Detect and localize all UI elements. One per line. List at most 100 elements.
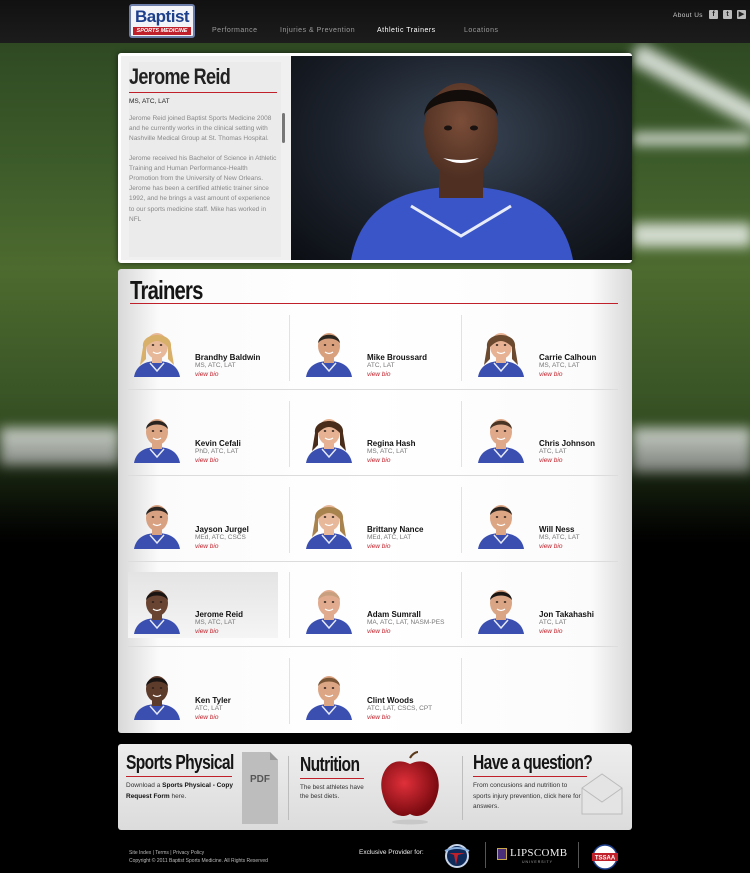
- row-divider: [128, 389, 618, 390]
- site-index-link[interactable]: Site Index: [129, 850, 151, 856]
- nav-item-injuries-prevention[interactable]: Injuries & Prevention: [280, 27, 355, 34]
- privacy-policy-link[interactable]: Privacy Policy: [173, 850, 204, 856]
- view-bio-link[interactable]: view bio: [195, 714, 218, 721]
- view-bio-link[interactable]: view bio: [367, 714, 390, 721]
- view-bio-link[interactable]: view bio: [367, 628, 390, 635]
- trainer-name: Jerome Reid: [195, 610, 244, 619]
- trainer-name: Kevin Cefali: [195, 439, 241, 448]
- trainer-name: Adam Sumrall: [367, 610, 421, 619]
- trainer-photo: [130, 325, 184, 377]
- titans-logo-icon[interactable]: [441, 843, 473, 869]
- envelope-icon: [581, 773, 623, 815]
- tssaa-logo-icon[interactable]: TSSAA: [589, 844, 621, 870]
- sports-physical-title: Sports Physical: [126, 752, 234, 774]
- trainer-photo: [474, 497, 528, 549]
- lipscomb-logo-text[interactable]: LIPSCOMB: [510, 847, 567, 859]
- bio-scrollbar[interactable]: [282, 113, 285, 143]
- trainer-card[interactable]: Jerome Reid MS, ATC, LAT view bio: [128, 572, 278, 638]
- profile-name: Jerome Reid: [129, 64, 231, 89]
- trainer-name: Regina Hash: [367, 439, 416, 448]
- nav-item-performance[interactable]: Performance: [212, 27, 258, 34]
- baptist-logo[interactable]: Baptist SPORTS MEDICINE: [129, 4, 195, 38]
- view-bio-link[interactable]: view bio: [195, 457, 218, 464]
- trainer-credentials: ATC, LAT: [539, 619, 567, 626]
- trainer-credentials: ATC, LAT, CSCS, CPT: [367, 705, 433, 712]
- profile-text-area[interactable]: Jerome Reid MS, ATC, LAT Jerome Reid joi…: [129, 62, 281, 257]
- view-bio-link[interactable]: view bio: [195, 371, 218, 378]
- trainer-name: Chris Johnson: [539, 439, 596, 448]
- profile-bio-paragraph: Jerome received his Bachelor of Science …: [129, 154, 277, 223]
- question-title: Have a question?: [473, 752, 593, 774]
- trainer-profile-panel: Jerome Reid MS, ATC, LAT Jerome Reid joi…: [118, 53, 632, 263]
- profile-credentials: MS, ATC, LAT: [129, 98, 170, 105]
- view-bio-link[interactable]: view bio: [539, 628, 562, 635]
- youtube-icon[interactable]: ▶: [737, 10, 746, 19]
- view-bio-link[interactable]: view bio: [367, 457, 390, 464]
- view-bio-link[interactable]: view bio: [539, 457, 562, 464]
- nav-item-locations[interactable]: Locations: [464, 27, 498, 34]
- trainer-card[interactable]: Brandhy Baldwin MS, ATC, LAT view bio: [128, 315, 278, 381]
- trainer-name: Brandhy Baldwin: [195, 353, 261, 362]
- terms-link[interactable]: Terms: [155, 850, 169, 856]
- lipscomb-logo-subtitle: UNIVERSITY: [522, 860, 554, 864]
- trainer-photo: [474, 582, 528, 634]
- trainer-card[interactable]: Adam Sumrall MA, ATC, LAT, NASM-PES view b…: [300, 572, 450, 638]
- trainer-name: Carrie Calhoun: [539, 353, 597, 362]
- trainer-card[interactable]: Ken Tyler ATC, LAT view bio: [128, 658, 278, 724]
- trainers-title: Trainers: [130, 275, 203, 305]
- column-divider: [461, 315, 462, 381]
- trainer-photo: [130, 582, 184, 634]
- facebook-icon[interactable]: f: [709, 10, 718, 19]
- trainers-panel: Trainers Brandhy Baldwin MS, ATC, LAT view…: [118, 269, 632, 733]
- view-bio-link[interactable]: view bio: [539, 371, 562, 378]
- row-divider: [128, 561, 618, 562]
- profile-divider: [129, 92, 277, 93]
- trainer-credentials: MA, ATC, LAT, NASM-PES: [367, 619, 445, 626]
- promo-divider: [473, 776, 587, 777]
- trainer-credentials: ATC, LAT: [539, 448, 567, 455]
- footer-links: Site Index | Terms | Privacy Policy: [129, 850, 205, 856]
- nav-item-athletic-trainers[interactable]: Athletic Trainers: [377, 27, 436, 34]
- site-header: Baptist SPORTS MEDICINE Performance Injur…: [0, 0, 750, 43]
- view-bio-link[interactable]: view bio: [539, 543, 562, 550]
- trainer-photo: [474, 411, 528, 463]
- column-divider: [289, 315, 290, 381]
- column-divider: [289, 572, 290, 638]
- logo-subtitle: SPORTS MEDICINE: [133, 27, 191, 35]
- row-divider: [128, 646, 618, 647]
- trainer-credentials: ATC, LAT: [367, 362, 395, 369]
- trainer-card[interactable]: Regina Hash MS, ATC, LAT view bio: [300, 401, 450, 467]
- trainer-credentials: ATC, LAT: [195, 705, 223, 712]
- trainer-credentials: MS, ATC, LAT: [539, 534, 580, 541]
- trainer-credentials: MS, ATC, LAT: [195, 362, 236, 369]
- trainer-card[interactable]: Carrie Calhoun MS, ATC, LAT view bio: [472, 315, 622, 381]
- twitter-icon[interactable]: t: [723, 10, 732, 19]
- trainer-card[interactable]: Jayson Jurgel MEd, ATC, CSCS view bio: [128, 487, 278, 553]
- about-us-link[interactable]: About Us: [673, 12, 703, 19]
- trainer-photo: [130, 497, 184, 549]
- trainer-card[interactable]: Clint Woods ATC, LAT, CSCS, CPT view bio: [300, 658, 450, 724]
- view-bio-link[interactable]: view bio: [195, 628, 218, 635]
- promo-panel: Sports Physical Download a Sports Physic…: [118, 744, 632, 830]
- pdf-document-icon: PDF: [242, 752, 278, 824]
- trainer-name: Jon Takahashi: [539, 610, 594, 619]
- promo-separator: [462, 756, 463, 820]
- trainer-card[interactable]: Brittany Nance MEd, ATC, LAT view bio: [300, 487, 450, 553]
- trainer-card[interactable]: Jon Takahashi ATC, LAT view bio: [472, 572, 622, 638]
- trainer-credentials: MEd, ATC, LAT: [367, 534, 412, 541]
- exclusive-provider-label: Exclusive Provider for:: [359, 849, 424, 856]
- trainer-name: Will Ness: [539, 525, 575, 534]
- profile-bio-paragraph: Jerome Reid joined Baptist Sports Medici…: [129, 115, 272, 143]
- footer-separator: [578, 842, 579, 868]
- trainer-card[interactable]: Mike Broussard ATC, LAT view bio: [300, 315, 450, 381]
- trainer-card[interactable]: Kevin Cefali PhD, ATC, LAT view bio: [128, 401, 278, 467]
- trainer-credentials: MS, ATC, LAT: [367, 448, 408, 455]
- view-bio-link[interactable]: view bio: [367, 371, 390, 378]
- trainer-card[interactable]: Will Ness MS, ATC, LAT view bio: [472, 487, 622, 553]
- sports-physical-text: Download a Sports Physical - Copy Reques…: [126, 782, 233, 800]
- nutrition-text: The best athletes have the best diets.: [300, 784, 364, 800]
- view-bio-link[interactable]: view bio: [195, 543, 218, 550]
- view-bio-link[interactable]: view bio: [367, 543, 390, 550]
- trainer-card[interactable]: Chris Johnson ATC, LAT view bio: [472, 401, 622, 467]
- trainer-name: Mike Broussard: [367, 353, 428, 362]
